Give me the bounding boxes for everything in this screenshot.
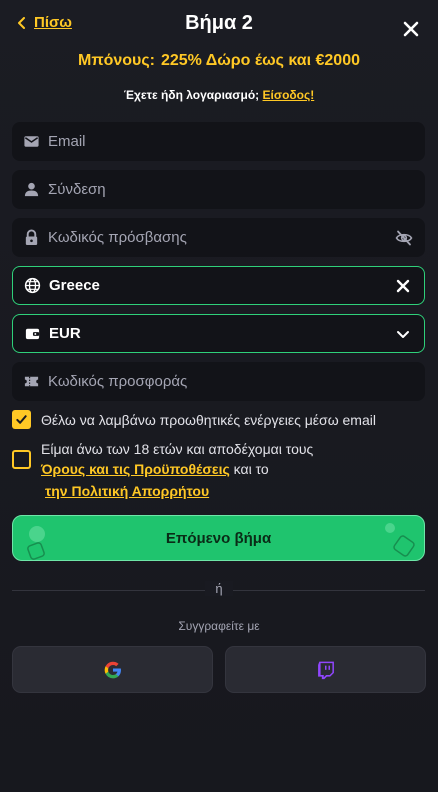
promo-code-field[interactable] [12, 362, 425, 401]
page-title: Βήμα 2 [185, 12, 253, 34]
bonus-banner: Μπόνους: 225% Δώρο έως και €2000 [0, 52, 438, 70]
next-step-button[interactable]: Επόμενο βήμα [12, 515, 425, 561]
twitch-login-button[interactable] [225, 646, 426, 693]
promo-code-input[interactable] [48, 362, 425, 401]
email-input[interactable] [48, 122, 425, 161]
eye-slash-icon[interactable] [395, 229, 413, 247]
username-input[interactable] [48, 170, 425, 209]
mail-icon [22, 133, 40, 151]
marketing-text: Θέλω να λαμβάνω προωθητικές ενέργειες μέ… [41, 412, 376, 428]
terms-line-1: Είμαι άνω των 18 ετών και αποδέχομαι του… [41, 441, 314, 457]
social-login-label: Συγγραφείτε με [178, 619, 260, 633]
email-field[interactable] [12, 122, 425, 161]
country-select[interactable]: Greece [12, 266, 425, 305]
google-icon [104, 661, 121, 678]
ticket-icon [22, 373, 40, 391]
password-field[interactable] [12, 218, 425, 257]
header: Πίσω Βήμα 2 [0, 0, 438, 48]
terms-line-2: Όρους και τις Προϋποθέσεις και το [41, 459, 313, 479]
clear-icon[interactable] [394, 277, 412, 295]
terms-link[interactable]: Όρους και τις Προϋποθέσεις [41, 461, 230, 477]
terms-line-3: την Πολιτική Απορρήτου [41, 481, 313, 501]
currency-select[interactable]: EUR [12, 314, 425, 353]
lock-icon [22, 229, 40, 247]
login-prompt: Έχετε ήδη λογαριασμό; Είσοδος! [0, 88, 438, 102]
next-step-label: Επόμενο βήμα [165, 529, 272, 547]
login-prompt-text: Έχετε ήδη λογαριασμό; [123, 88, 260, 102]
terms-text: Είμαι άνω των 18 ετών και αποδέχομαι του… [41, 439, 313, 501]
terms-checkbox[interactable] [12, 450, 31, 469]
login-link[interactable]: Είσοδος! [263, 88, 315, 102]
twitch-icon [317, 661, 334, 679]
registration-form: Greece EUR Θέλω να λαμβάνω προωθη [12, 122, 425, 501]
close-icon[interactable] [402, 20, 420, 38]
chip-decoration-icon [385, 523, 415, 557]
country-value: Greece [49, 277, 100, 294]
marketing-checkbox[interactable] [12, 410, 31, 429]
currency-value: EUR [49, 325, 81, 342]
chevron-down-icon[interactable] [394, 325, 412, 343]
terms-and-text: και το [233, 461, 269, 477]
privacy-link[interactable]: την Πολιτική Απορρήτου [45, 483, 209, 499]
user-icon [22, 181, 40, 199]
username-field[interactable] [12, 170, 425, 209]
wallet-icon [23, 325, 41, 343]
or-text: ή [205, 581, 233, 596]
globe-icon [23, 277, 41, 295]
check-icon [16, 415, 27, 424]
password-input[interactable] [48, 218, 425, 257]
terms-consent: Είμαι άνω των 18 ετών και αποδέχομαι του… [12, 439, 425, 501]
bonus-label: Μπόνους: [78, 52, 155, 69]
registration-page: Πίσω Βήμα 2 Μπόνους: 225% Δώρο έως και €2… [0, 0, 438, 792]
dice-decoration-icon [27, 526, 45, 560]
bonus-text: 225% Δώρο έως και €2000 [160, 52, 360, 69]
google-login-button[interactable] [12, 646, 213, 693]
marketing-consent: Θέλω να λαμβάνω προωθητικές ενέργειες μέ… [12, 410, 425, 430]
